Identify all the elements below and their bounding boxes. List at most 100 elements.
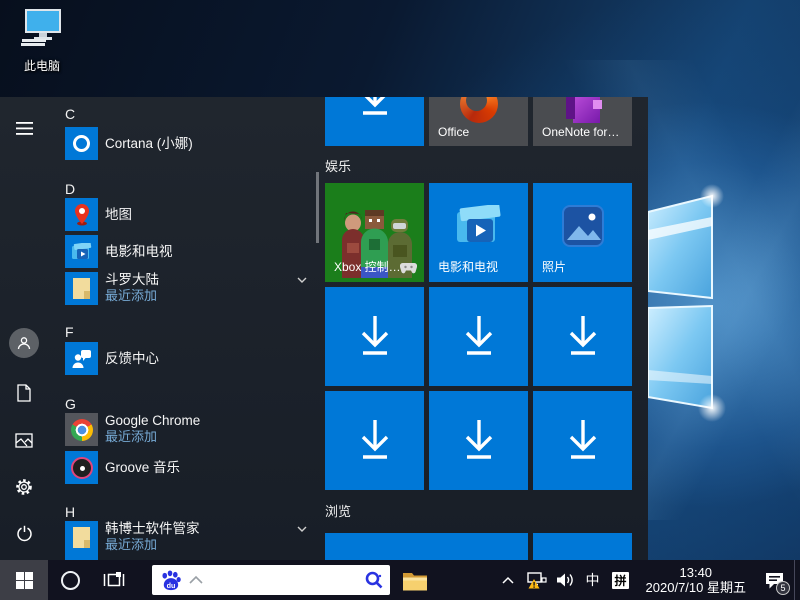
svg-text:du: du (167, 582, 176, 590)
recently-added-label: 最近添加 (105, 536, 157, 553)
tile-download-pending[interactable] (325, 287, 424, 386)
gear-icon (15, 478, 33, 496)
ime-language-button[interactable]: 中 (580, 560, 606, 600)
tile-movies-tv[interactable]: 电影和电视 (429, 183, 528, 282)
feedback-hub-app-icon (65, 342, 98, 375)
pictures-button[interactable] (0, 422, 48, 458)
download-arrow-icon (460, 314, 498, 360)
tile-download-pending[interactable] (325, 391, 424, 490)
tile-photos[interactable]: 照片 (533, 183, 632, 282)
chrome-app-icon (65, 413, 98, 446)
taskbar-search-box[interactable]: du (152, 565, 390, 595)
power-button[interactable] (0, 515, 48, 551)
section-header-entertainment[interactable]: 娱乐 (325, 156, 351, 175)
file-explorer-icon (402, 570, 428, 591)
chevron-down-icon[interactable] (294, 272, 310, 288)
this-pc-icon (19, 8, 65, 50)
download-arrow-icon (460, 418, 498, 464)
download-arrow-icon (356, 418, 394, 464)
baidu-search-icon[interactable] (364, 570, 384, 590)
action-center-button[interactable]: 5 (754, 560, 794, 600)
hamburger-icon (16, 122, 33, 135)
groove-app-icon (65, 451, 98, 484)
settings-button[interactable] (0, 469, 48, 505)
screen: 此电脑 (0, 0, 800, 600)
app-list-scrollbar-thumb[interactable] (316, 172, 319, 243)
app-item-google-chrome[interactable]: Google Chrome 最近添加 (65, 413, 312, 446)
desktop-icon-label: 此电脑 (14, 57, 70, 74)
volume-button[interactable] (552, 560, 580, 600)
start-menu-rail (0, 97, 48, 560)
speaker-icon (556, 572, 575, 588)
user-icon (17, 336, 31, 350)
download-arrow-icon (356, 97, 394, 120)
chevron-up-icon (501, 576, 515, 585)
user-account-button[interactable] (0, 325, 48, 361)
download-arrow-icon (356, 314, 394, 360)
power-icon (16, 525, 33, 542)
folder-icon (65, 521, 98, 554)
tile-office[interactable]: Office (429, 97, 528, 146)
folder-icon (65, 272, 98, 305)
network-status-button[interactable] (522, 560, 552, 600)
section-header-browse[interactable]: 浏览 (325, 501, 351, 520)
tile-browse[interactable] (533, 533, 632, 560)
clock-time: 13:40 (646, 565, 746, 580)
movies-tv-tile-icon (456, 205, 502, 247)
tile-browse-wide[interactable] (325, 533, 528, 560)
tile-download-pending[interactable] (429, 287, 528, 386)
ime-mode-button[interactable]: 拼 (606, 560, 636, 600)
photos-tile-icon (561, 204, 605, 248)
start-menu: C Cortana (小娜) D 地图 电影和电视 斗罗大陆 (0, 97, 648, 560)
notification-badge: 5 (776, 581, 790, 595)
office-logo-icon (460, 97, 498, 123)
onenote-logo-icon (566, 97, 600, 123)
app-item-hanboshi[interactable]: 韩博士软件管家 最近添加 (65, 521, 312, 554)
chevron-up-icon[interactable] (188, 575, 204, 585)
tile-area: Office OneNote for… 娱乐 (320, 97, 648, 560)
task-view-icon (103, 571, 125, 589)
tile-xbox-console[interactable]: Xbox 控制… (325, 183, 424, 282)
tray-overflow-button[interactable] (494, 560, 522, 600)
taskbar: du (0, 560, 800, 600)
windows-logo-icon (16, 572, 33, 589)
tile-onenote[interactable]: OneNote for… (533, 97, 632, 146)
app-list: C Cortana (小娜) D 地图 电影和电视 斗罗大陆 (48, 97, 320, 560)
folder-icon (65, 553, 98, 560)
cortana-button[interactable] (48, 560, 92, 600)
documents-button[interactable] (0, 375, 48, 411)
tile-download-pending[interactable] (325, 97, 424, 146)
app-item-douluo[interactable]: 斗罗大陆 最近添加 (65, 272, 312, 305)
expand-menu-button[interactable] (0, 110, 48, 146)
cortana-icon (61, 571, 80, 590)
tile-download-pending[interactable] (533, 287, 632, 386)
app-item-partial[interactable] (65, 553, 312, 560)
user-avatar (9, 328, 39, 358)
download-arrow-icon (564, 314, 602, 360)
document-icon (16, 384, 32, 402)
recently-added-label: 最近添加 (105, 428, 157, 445)
app-item-movies-tv[interactable]: 电影和电视 (65, 235, 312, 268)
task-view-button[interactable] (92, 560, 136, 600)
start-button[interactable] (0, 560, 48, 600)
chevron-down-icon[interactable] (294, 521, 310, 537)
show-desktop-button[interactable] (794, 560, 800, 600)
system-tray: 中 拼 13:40 2020/7/10 星期五 5 (494, 560, 800, 600)
app-item-maps[interactable]: 地图 (65, 198, 312, 231)
app-item-groove-music[interactable]: Groove 音乐 (65, 451, 312, 484)
movies-tv-app-icon (65, 235, 98, 268)
tile-download-pending[interactable] (533, 391, 632, 490)
pictures-icon (15, 433, 33, 448)
taskbar-clock[interactable]: 13:40 2020/7/10 星期五 (636, 565, 754, 595)
windows-logo-wallpaper (640, 170, 735, 425)
file-explorer-button[interactable] (392, 560, 438, 600)
letter-header-c[interactable]: C (65, 101, 75, 127)
download-arrow-icon (564, 418, 602, 464)
ime-language-label: 中 (580, 570, 606, 590)
desktop-icon-this-pc[interactable]: 此电脑 (14, 8, 70, 74)
maps-app-icon (65, 198, 98, 231)
app-item-feedback-hub[interactable]: 反馈中心 (65, 342, 312, 375)
ime-mode-label: 拼 (612, 572, 629, 589)
tile-download-pending[interactable] (429, 391, 528, 490)
app-item-cortana[interactable]: Cortana (小娜) (65, 127, 312, 160)
